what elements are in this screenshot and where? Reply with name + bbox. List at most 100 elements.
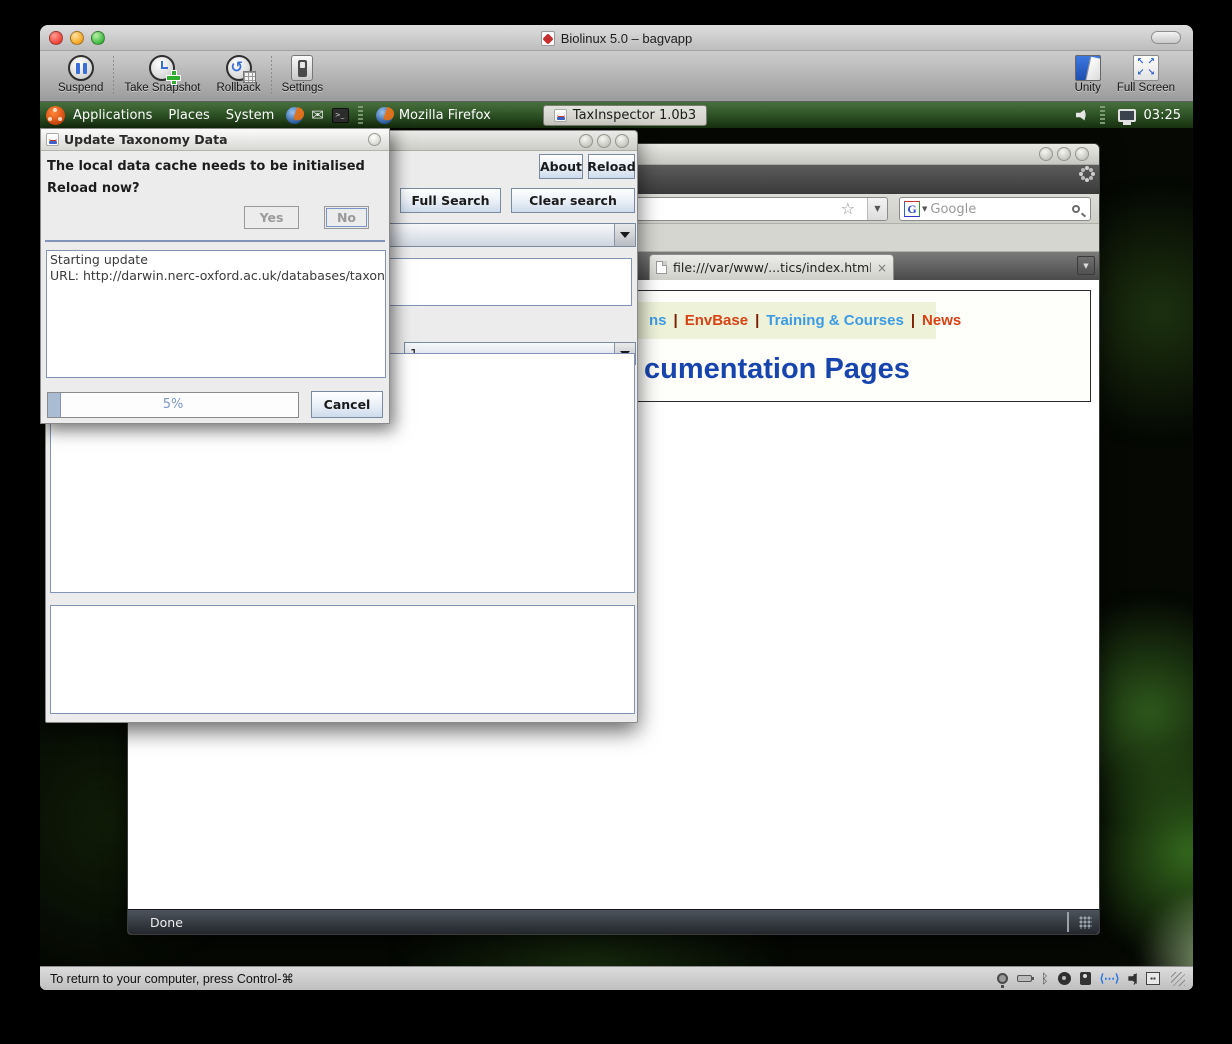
dialog-separator [45, 240, 385, 242]
log-line: Starting update [50, 252, 382, 268]
vmware-status-bar: To return to your computer, press Contro… [40, 966, 1193, 990]
details-pane[interactable] [50, 605, 635, 714]
java-icon [46, 133, 59, 146]
clear-search-button[interactable]: Clear search [511, 188, 635, 213]
nav-link-envbase[interactable]: EnvBase [685, 312, 748, 329]
firefox-task-icon [376, 107, 393, 124]
nav-link-1[interactable]: ns [649, 312, 667, 329]
maximize-button[interactable] [597, 134, 611, 148]
search-magnifier-icon[interactable] [1072, 205, 1080, 213]
ubuntu-menu-icon[interactable] [46, 106, 65, 125]
maximize-button[interactable] [1057, 147, 1071, 161]
settings-button[interactable]: Settings [274, 55, 332, 94]
browser-tab[interactable]: file:///var/www/...tics/index.html × [649, 254, 894, 280]
dialog-titlebar[interactable]: Update Taxonomy Data [41, 129, 389, 151]
status-divider [1067, 912, 1069, 932]
toolbar-separator [113, 56, 114, 96]
dialog-message-line2: Reload now? [47, 181, 140, 196]
status-text: Done [150, 915, 183, 930]
close-button[interactable] [1075, 147, 1089, 161]
dialog-title: Update Taxonomy Data [64, 132, 228, 147]
panel-drag-handle[interactable] [358, 106, 363, 124]
suspend-button[interactable]: Suspend [50, 55, 111, 94]
url-dropdown-button[interactable]: ▼ [867, 198, 887, 220]
search-bar[interactable]: G ▼ [899, 197, 1091, 221]
grid-badge-icon [243, 71, 256, 83]
device-status-icons: ᛒ ⟨⋯⟩ ) ▪▪ [997, 972, 1193, 986]
combo-arrow-icon[interactable] [614, 224, 635, 246]
unity-button[interactable]: Unity [1067, 55, 1109, 94]
menu-applications[interactable]: Applications [65, 108, 160, 123]
nav-link-training[interactable]: Training & Courses [766, 312, 904, 329]
battery-icon[interactable] [1017, 975, 1032, 982]
full-screen-button[interactable]: ↖ ↗ ↙ ↘ Full Screen [1109, 55, 1183, 94]
page-heading: cumentation Pages [644, 353, 910, 386]
window-resize-grip[interactable] [1171, 972, 1185, 986]
resize-grip[interactable] [1079, 916, 1092, 929]
vm-guest-screen: Applications Places System ✉ >_ Mozilla … [40, 102, 1193, 966]
update-taxonomy-dialog: Update Taxonomy Data The local data cach… [40, 128, 390, 424]
dialog-message-line1: The local data cache needs to be initial… [47, 159, 365, 174]
sound-device-icon[interactable]: ) [1128, 973, 1137, 985]
full-screen-icon: ↖ ↗ ↙ ↘ [1133, 55, 1159, 81]
log-line: URL: http://darwin.nerc-oxford.ac.uk/dat… [50, 268, 382, 284]
take-snapshot-icon [149, 55, 175, 81]
rollback-icon: ↺ [226, 55, 252, 81]
update-log-textarea[interactable]: Starting update URL: http://darwin.nerc-… [46, 250, 386, 378]
yes-button[interactable]: Yes [244, 206, 299, 229]
gnome-panel: Applications Places System ✉ >_ Mozilla … [40, 102, 1193, 128]
search-input[interactable] [930, 202, 1072, 217]
throbber-icon [1085, 172, 1089, 176]
taskbar-item-taxinspector[interactable]: TaxInspector 1.0b3 [543, 105, 707, 126]
bluetooth-icon[interactable]: ᛒ [1041, 972, 1049, 986]
panel-drag-handle[interactable] [1100, 106, 1105, 124]
minimize-button[interactable] [579, 134, 593, 148]
toolbar-toggle-pill[interactable] [1151, 31, 1181, 44]
google-engine-icon[interactable]: G [904, 201, 920, 217]
cancel-button[interactable]: Cancel [311, 391, 383, 418]
full-search-button[interactable]: Full Search [400, 188, 501, 213]
firefox-launcher-icon[interactable] [286, 107, 303, 124]
minimize-button[interactable] [1039, 147, 1053, 161]
settings-icon [291, 55, 313, 81]
menu-system[interactable]: System [218, 108, 282, 123]
java-icon [554, 109, 567, 122]
close-button[interactable] [368, 133, 381, 146]
terminal-launcher-icon[interactable]: >_ [332, 108, 349, 123]
tab-list-dropdown[interactable]: ▼ [1077, 256, 1095, 275]
toolbar-separator [271, 56, 272, 96]
cdrom-device-icon[interactable] [1058, 972, 1071, 985]
vm-document-icon [541, 31, 555, 46]
panel-clock[interactable]: 03:25 [1144, 108, 1181, 123]
harddisk-device-icon[interactable] [1080, 972, 1091, 985]
vmware-titlebar: Biolinux 5.0 – bagvapp [40, 25, 1193, 51]
camera-device-icon[interactable] [997, 973, 1008, 984]
rollback-button[interactable]: ↺ Rollback [209, 55, 269, 94]
no-button[interactable]: No [324, 206, 369, 229]
about-button[interactable]: About [539, 154, 583, 179]
bookmark-star-icon[interactable]: ☆ [841, 199, 855, 218]
reload-button[interactable]: Reload [588, 154, 635, 179]
window-title-area: Biolinux 5.0 – bagvapp [40, 25, 1193, 51]
window-title: Biolinux 5.0 – bagvapp [561, 31, 693, 46]
screen-background: Biolinux 5.0 – bagvapp Suspend Take Snap… [0, 0, 1232, 1044]
tab-close-icon[interactable]: × [877, 261, 887, 275]
vmware-toolbar: Suspend Take Snapshot ↺ Rollback [40, 51, 1193, 102]
nav-link-news[interactable]: News [922, 312, 961, 329]
usb-device-icon[interactable]: ▪▪ [1146, 972, 1160, 985]
taskbar-item-firefox[interactable]: Mozilla Firefox [368, 107, 499, 124]
take-snapshot-button[interactable]: Take Snapshot [116, 55, 208, 94]
plus-badge-icon [166, 70, 179, 83]
return-hint-text: To return to your computer, press Contro… [50, 971, 294, 986]
menu-places[interactable]: Places [160, 108, 217, 123]
mail-launcher-icon[interactable]: ✉ [311, 107, 324, 124]
engine-dropdown-icon[interactable]: ▼ [922, 205, 927, 213]
tab-title: file:///var/www/...tics/index.html [673, 260, 871, 275]
display-settings-icon[interactable] [1118, 109, 1136, 122]
vmware-window: Biolinux 5.0 – bagvapp Suspend Take Snap… [40, 25, 1193, 990]
network-device-icon[interactable]: ⟨⋯⟩ [1100, 972, 1120, 985]
suspend-icon [68, 55, 94, 81]
progress-label: 5% [48, 397, 298, 412]
volume-icon[interactable]: ) [1076, 110, 1087, 121]
close-button[interactable] [615, 134, 629, 148]
